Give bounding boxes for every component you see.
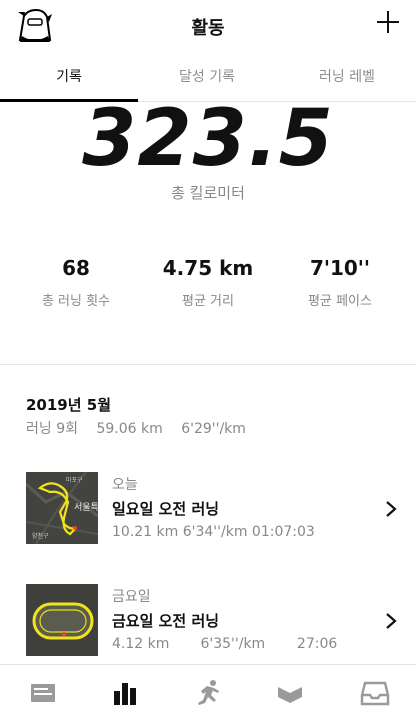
- inbox-icon[interactable]: [360, 679, 390, 707]
- stat-label: 평균 페이스: [308, 294, 372, 309]
- runner-icon[interactable]: [193, 679, 223, 707]
- month-summary: 러닝 9회 59.06 km 6'29''/km: [26, 418, 260, 438]
- run-day: 오늘: [112, 477, 138, 493]
- stat-label: 평균 거리: [182, 294, 234, 309]
- run-pace: 6'34''/km: [182, 524, 248, 540]
- stat-value: 68: [62, 256, 90, 280]
- chevron-right-icon: [386, 501, 397, 517]
- tab-running-level[interactable]: 러닝 레벨: [278, 66, 416, 86]
- add-icon[interactable]: [374, 8, 402, 36]
- run-distance: 10.21 km: [112, 524, 179, 540]
- month-title: 2019년 5월: [26, 396, 112, 414]
- feed-icon[interactable]: [28, 679, 58, 707]
- section-divider: [0, 364, 416, 365]
- stat-label: 총 러닝 횟수: [41, 294, 111, 309]
- map-label: 마포구: [66, 476, 83, 484]
- stat-run-count: 68 총 러닝 횟수: [7, 256, 145, 309]
- month-pace: 6'29''/km: [181, 421, 246, 437]
- app-header: 활동: [0, 0, 416, 56]
- run-duration: 27:06: [296, 636, 338, 652]
- run-meta: 4.12 km 6'35''/km 27:06: [112, 636, 337, 652]
- run-distance: 4.12 km: [112, 636, 170, 652]
- run-duration: 01:07:03: [251, 524, 315, 540]
- stat-average-distance: 4.75 km 평균 거리: [139, 256, 277, 309]
- activity-chart-icon[interactable]: [110, 679, 140, 707]
- run-route-map: [26, 584, 98, 656]
- plan-icon[interactable]: [275, 679, 305, 707]
- map-label: 양천구: [32, 532, 49, 540]
- run-name: 일요일 오전 러닝: [112, 500, 220, 518]
- total-distance-label: 총 킬로미터: [171, 184, 245, 202]
- run-list-item[interactable]: 금요일 금요일 오전 러닝 4.12 km 6'35''/km 27:06: [0, 584, 416, 660]
- tab-records[interactable]: 기록: [0, 66, 138, 86]
- page-title: 활동: [191, 18, 225, 39]
- month-run-count: 러닝 9회: [26, 421, 78, 437]
- run-list-item[interactable]: 마포구 서울특 양천구 오늘 일요일 오전 러닝 10.21 km 6'34''…: [0, 472, 416, 548]
- map-label: 서울특: [74, 502, 98, 513]
- month-distance: 59.06 km: [96, 421, 163, 437]
- run-pace: 6'35''/km: [200, 636, 266, 652]
- stat-value: 4.75 km: [162, 256, 254, 280]
- run-meta: 10.21 km 6'34''/km 01:07:03: [112, 524, 315, 540]
- stat-average-pace: 7'10'' 평균 페이스: [271, 256, 409, 309]
- run-name: 금요일 오전 러닝: [112, 612, 220, 630]
- total-distance-value: 323.5: [82, 94, 334, 184]
- stat-value: 7'10'': [309, 256, 371, 280]
- run-day: 금요일: [112, 589, 151, 605]
- bottom-navigation: [0, 664, 416, 720]
- chevron-right-icon: [386, 613, 397, 629]
- tab-achievements[interactable]: 달성 기록: [138, 66, 276, 86]
- run-route-map: 마포구 서울특 양천구: [26, 472, 98, 544]
